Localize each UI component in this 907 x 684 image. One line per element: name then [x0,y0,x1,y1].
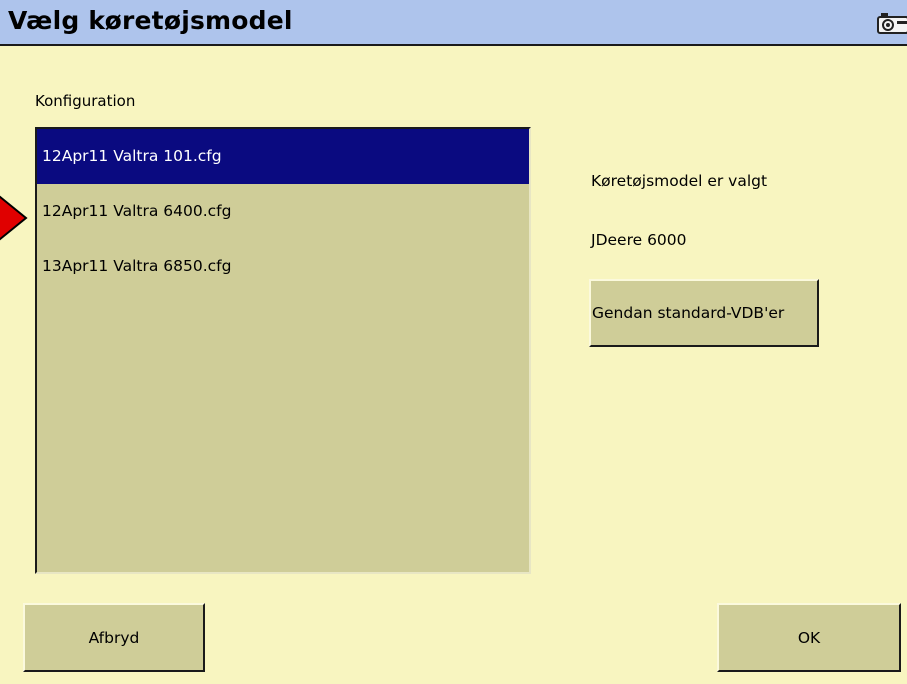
cancel-button-label: Afbryd [88,628,140,647]
restore-defaults-button[interactable]: Gendan standard-VDB'er [589,279,819,347]
list-item-label: 12Apr11 Valtra 6400.cfg [42,202,232,220]
red-arrow-pointer-icon [0,190,28,246]
screen: Vælg køretøjsmodel Konfiguration 12Apr11… [0,0,907,684]
list-item-label: 12Apr11 Valtra 101.cfg [42,147,222,165]
cancel-button[interactable]: Afbryd [23,603,205,672]
status-label: Køretøjsmodel er valgt [591,172,768,190]
selected-model-value: JDeere 6000 [591,231,687,249]
list-item-label: 13Apr11 Valtra 6850.cfg [42,257,232,275]
title-bar: Vælg køretøjsmodel [0,0,907,46]
ok-button-label: OK [797,628,821,647]
camera-icon[interactable] [877,12,907,34]
restore-defaults-button-label: Gendan standard-VDB'er [592,304,785,322]
list-item[interactable]: 13Apr11 Valtra 6850.cfg [37,239,529,294]
ok-button[interactable]: OK [717,603,901,672]
list-item[interactable]: 12Apr11 Valtra 6400.cfg [37,184,529,239]
list-item[interactable]: 12Apr11 Valtra 101.cfg [37,129,529,184]
configuration-list[interactable]: 12Apr11 Valtra 101.cfg 12Apr11 Valtra 64… [35,127,531,574]
configuration-label: Konfiguration [35,92,136,110]
window-title: Vælg køretøjsmodel [8,6,293,35]
